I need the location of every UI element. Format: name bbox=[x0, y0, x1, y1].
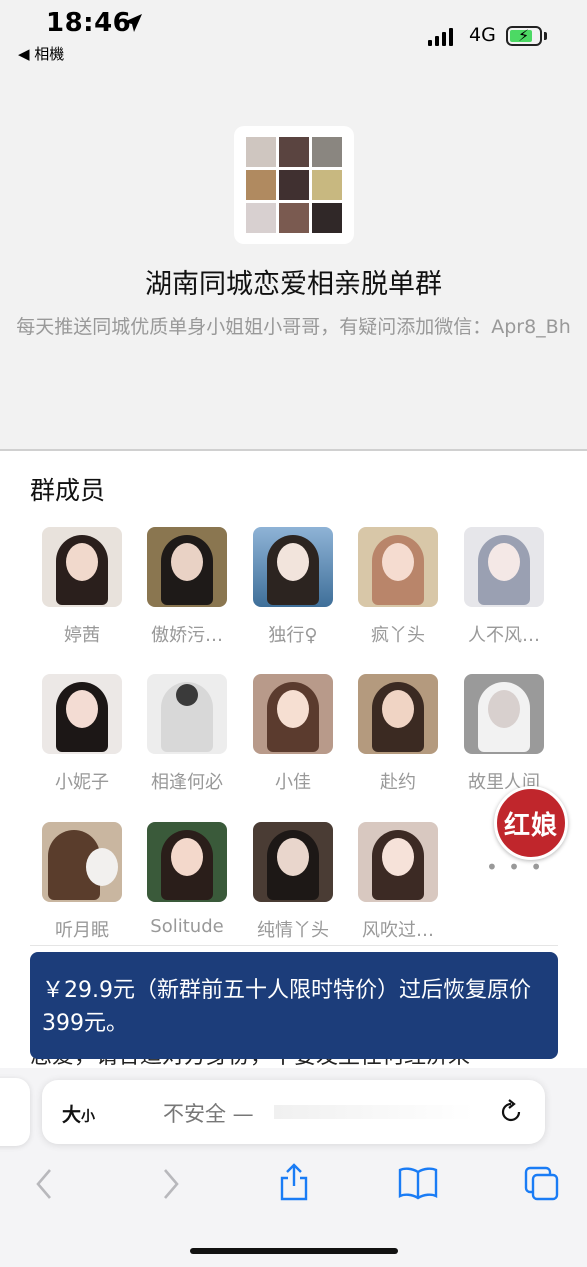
group-description: 每天推送同城优质单身小姐姐小哥哥，有疑问添加微信：Apr8_Bh bbox=[16, 316, 571, 338]
member-name: 风吹过… bbox=[362, 920, 434, 941]
member-avatar bbox=[464, 674, 544, 754]
member-item[interactable]: 婷茜 bbox=[29, 527, 135, 647]
member-avatar bbox=[253, 674, 333, 754]
member-item[interactable]: 故里人间 bbox=[451, 674, 557, 794]
reload-icon[interactable] bbox=[497, 1098, 525, 1126]
location-arrow-icon bbox=[124, 14, 142, 32]
member-item[interactable]: 人不风… bbox=[451, 527, 557, 647]
member-name: 疯丫头 bbox=[371, 625, 425, 646]
cellular-signal-icon bbox=[428, 28, 453, 46]
back-to-app-link[interactable]: ◀ 相機 bbox=[18, 43, 64, 64]
member-name: 婷茜 bbox=[64, 625, 100, 646]
member-avatar bbox=[358, 822, 438, 902]
price-banner[interactable]: ￥29.9元（新群前五十人限时特价）过后恢复原价399元。 bbox=[30, 952, 558, 1059]
member-item[interactable]: 小佳 bbox=[240, 674, 346, 794]
member-name: Solitude bbox=[150, 916, 224, 937]
battery-icon: ⚡ bbox=[506, 26, 542, 46]
group-avatar bbox=[234, 126, 354, 244]
address-url-blur bbox=[274, 1105, 474, 1119]
member-avatar bbox=[42, 527, 122, 607]
members-heading: 群成员 bbox=[30, 476, 106, 505]
member-avatar bbox=[464, 527, 544, 607]
text-size-large-label: 大 bbox=[62, 1104, 82, 1126]
previous-tab-preview[interactable] bbox=[0, 1078, 30, 1146]
address-bar[interactable]: 大小 不安全 — bbox=[42, 1080, 545, 1144]
member-avatar bbox=[147, 527, 227, 607]
member-avatar bbox=[253, 822, 333, 902]
home-indicator[interactable] bbox=[190, 1248, 398, 1254]
member-item[interactable]: Solitude bbox=[134, 822, 240, 937]
bookmarks-icon[interactable] bbox=[398, 1166, 438, 1200]
member-name: 小妮子 bbox=[55, 772, 109, 793]
member-item[interactable]: 小妮子 bbox=[29, 674, 135, 794]
member-name: 傲娇污… bbox=[151, 625, 223, 646]
group-title: 湖南同城恋爱相亲脱单群 bbox=[145, 269, 442, 300]
battery-nub bbox=[544, 32, 547, 40]
member-name: 独行♀ bbox=[268, 625, 318, 646]
member-name: 相逢何必 bbox=[151, 772, 223, 793]
browser-toolbar: 大小 不安全 — bbox=[0, 1068, 587, 1267]
clock: 18:46 bbox=[46, 8, 132, 38]
member-item[interactable]: 傲娇污… bbox=[134, 527, 240, 647]
member-avatar bbox=[42, 674, 122, 754]
member-item[interactable]: 独行♀ bbox=[240, 527, 346, 647]
matchmaker-badge-button[interactable]: 红娘 bbox=[494, 786, 568, 860]
text-size-button[interactable]: 大小 bbox=[62, 1100, 95, 1127]
status-bar: 18:46 ◀ 相機 4G ⚡ bbox=[0, 0, 587, 70]
member-avatar bbox=[42, 822, 122, 902]
forward-arrow-icon[interactable] bbox=[157, 1166, 185, 1202]
member-name: 赴约 bbox=[380, 772, 416, 793]
divider bbox=[30, 945, 558, 946]
member-item[interactable]: 风吹过… bbox=[345, 822, 451, 942]
text-size-small-label: 小 bbox=[81, 1109, 96, 1125]
network-type: 4G bbox=[469, 24, 496, 46]
address-text: 不安全 — bbox=[163, 1102, 254, 1126]
member-name: 听月眠 bbox=[55, 920, 109, 941]
member-name: 纯情丫头 bbox=[257, 920, 329, 941]
member-item[interactable]: 赴约 bbox=[345, 674, 451, 794]
group-avatar-collage bbox=[246, 137, 342, 233]
member-avatar bbox=[358, 674, 438, 754]
member-avatar bbox=[253, 527, 333, 607]
share-icon[interactable] bbox=[278, 1162, 310, 1202]
member-name: 小佳 bbox=[275, 772, 311, 793]
member-avatar bbox=[147, 674, 227, 754]
member-item[interactable]: 听月眠 bbox=[29, 822, 135, 942]
member-item[interactable]: 纯情丫头 bbox=[240, 822, 346, 942]
member-avatar bbox=[358, 527, 438, 607]
tabs-icon[interactable] bbox=[524, 1166, 560, 1202]
member-name: 人不风… bbox=[468, 625, 540, 646]
member-item[interactable]: 疯丫头 bbox=[345, 527, 451, 647]
back-arrow-icon[interactable] bbox=[30, 1166, 58, 1202]
member-avatar bbox=[147, 822, 227, 902]
member-item[interactable]: 相逢何必 bbox=[134, 674, 240, 794]
